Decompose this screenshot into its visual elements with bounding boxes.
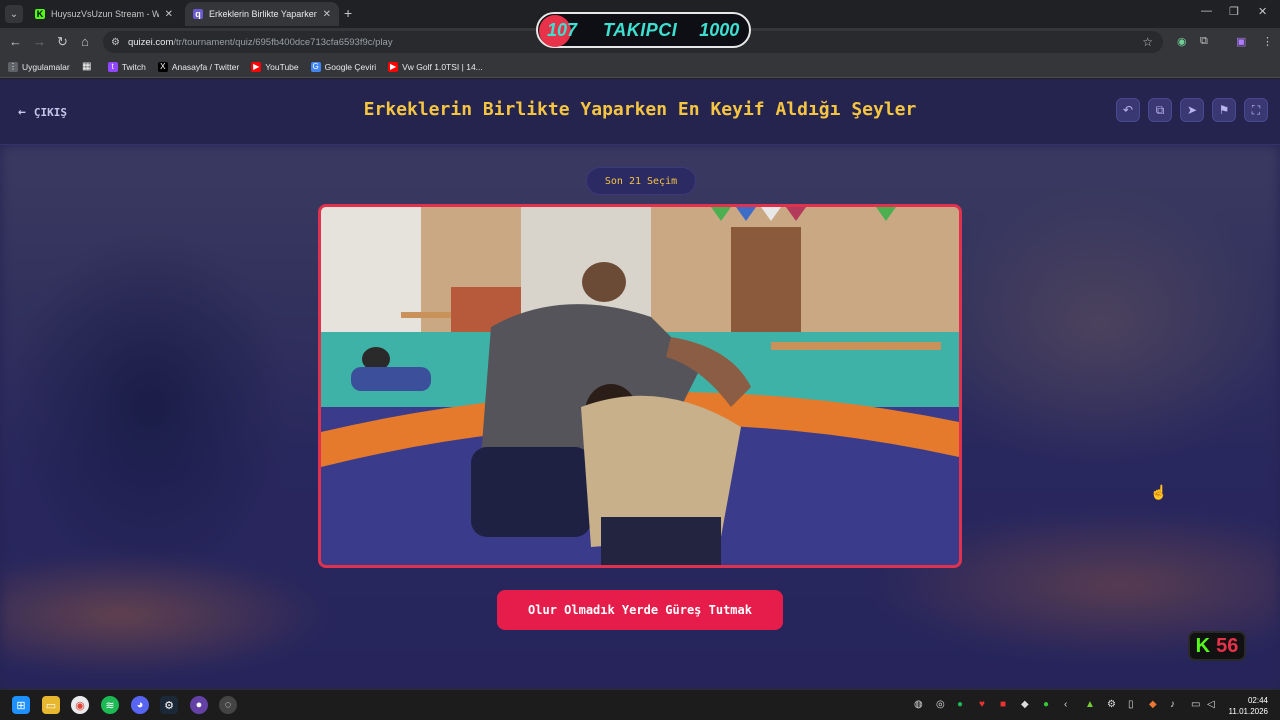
file-explorer-icon[interactable]: ▭ (42, 696, 60, 714)
flag-icon[interactable]: ⚑ (1212, 98, 1236, 122)
bookmark-twitter[interactable]: X Anasayfa / Twitter (157, 61, 240, 72)
taskbar: ⊞ ▭ ◉ ≋ ◕ ⚙ ● ◌ ◍ ◎ ● ♥ ■ ◆ ● ‹ ▲ ⚙ ▯ ◆ … (0, 689, 1280, 720)
bookmark-apps[interactable]: ⋮ Uygulamalar (8, 61, 70, 72)
app-icon[interactable]: ◌ (219, 696, 237, 714)
chrome-icon[interactable]: ◉ (71, 696, 89, 714)
tab-title: Erkeklerin Birlikte Yaparken En (209, 9, 317, 19)
tray-app-icon[interactable]: ◎ (936, 699, 945, 710)
grid-icon: ▦ (81, 61, 92, 72)
bookmark-grid[interactable]: ▦ (81, 61, 96, 72)
follower-label: TAKIPCI (603, 19, 678, 40)
tab-close-icon[interactable]: ✕ (165, 9, 173, 20)
minimize-icon[interactable]: — (1201, 5, 1212, 17)
tray-display-icon[interactable]: ▭ (1191, 699, 1200, 710)
url-path: /tr/tournament/quiz/695fb400dce713cfa659… (173, 36, 393, 48)
copy-icon[interactable]: ⧉ (1148, 98, 1172, 122)
tray-battery-icon[interactable]: ▯ (1128, 699, 1134, 710)
tab-quiz[interactable]: q Erkeklerin Birlikte Yaparken En ✕ (185, 2, 339, 26)
tray-mic-icon[interactable]: ♪ (1170, 699, 1175, 710)
bookmark-label: Google Çeviri (324, 61, 377, 72)
tray-volume-icon[interactable]: ◁ (1207, 699, 1215, 710)
tray-app-icon[interactable]: ♥ (979, 699, 985, 710)
discord-icon[interactable]: ◕ (131, 696, 149, 714)
tray-app-icon[interactable]: ● (1043, 699, 1049, 710)
tab-title: HuysuzVsUzun Stream - Watch (51, 9, 159, 19)
site-info-icon[interactable]: ⚙ (111, 37, 120, 48)
tray-spotify-icon[interactable]: ● (957, 699, 963, 710)
share-icon[interactable]: ➤ (1180, 98, 1204, 122)
wrestling-photo (321, 207, 959, 565)
spotify-icon[interactable]: ≋ (101, 696, 119, 714)
url-domain: quizei.com (127, 36, 174, 48)
twitch-extension-icon[interactable]: ▣ (1236, 35, 1246, 48)
choice-button[interactable]: Olur Olmadık Yerde Güreş Tutmak (497, 590, 783, 630)
bookmark-label: Twitch (121, 61, 146, 72)
clock-time: 02:44 (1247, 696, 1268, 705)
obs-like-app-icon[interactable]: ● (190, 696, 208, 714)
bookmark-label: Anasayfa / Twitter (171, 61, 240, 72)
bookmark-twitch[interactable]: t Twitch (107, 61, 146, 72)
tray-app-icon[interactable]: ‹ (1064, 699, 1067, 710)
tab-close-icon[interactable]: ✕ (323, 9, 331, 20)
steam-icon[interactable]: ⚙ (160, 696, 178, 714)
bookmark-vw-golf[interactable]: ▶ Vw Golf 1.0TSI | 14... (388, 61, 483, 72)
home-icon[interactable]: ⌂ (81, 34, 89, 49)
round-badge: Son 21 Seçim (586, 167, 696, 195)
choice-image[interactable] (318, 204, 962, 568)
apps-icon: ⋮ (8, 61, 18, 72)
tab-huysuz-stream[interactable]: K HuysuzVsUzun Stream - Watch ✕ (27, 2, 181, 26)
tray-app-icon[interactable]: ◆ (1021, 699, 1029, 710)
fullscreen-icon[interactable]: ⛶ (1244, 98, 1268, 122)
twitch-icon: t (107, 61, 118, 72)
quiz-page: ← ÇIKIŞ Erkeklerin Birlikte Yaparken En … (0, 79, 1280, 689)
taskbar-clock[interactable]: 02:44 11.01.2026 (1229, 695, 1268, 717)
kick-logo-icon: K (1195, 634, 1211, 657)
windows-start-icon[interactable]: ⊞ (12, 696, 30, 714)
hand-cursor-icon: ☝ (1150, 484, 1168, 500)
extensions-puzzle-icon[interactable]: ⧉ (1200, 35, 1208, 48)
follower-current: 107 (547, 19, 578, 40)
tray-app-icon[interactable]: ◆ (1149, 699, 1157, 710)
tab-search-icon[interactable]: ⌄ (5, 5, 23, 23)
kick-favicon-icon: K (35, 9, 45, 19)
forward-icon[interactable]: → (33, 34, 46, 49)
close-window-icon[interactable]: ✕ (1258, 5, 1267, 18)
extension-icon[interactable]: ◉ (1177, 35, 1187, 48)
undo-icon[interactable]: ↶ (1116, 98, 1140, 122)
menu-dots-icon[interactable]: ⋮ (1262, 35, 1273, 48)
bookmark-label: Uygulamalar (22, 61, 70, 72)
page-title: Erkeklerin Birlikte Yaparken En Keyif Al… (363, 99, 917, 120)
tray-twitch-icon[interactable]: ◍ (914, 699, 923, 710)
back-icon[interactable]: ← (9, 34, 22, 49)
follower-goal: 1000 (699, 19, 740, 40)
tray-steam-icon[interactable]: ⚙ (1107, 699, 1116, 710)
tray-nvidia-icon[interactable]: ▲ (1085, 699, 1095, 710)
bookmark-label: Vw Golf 1.0TSI | 14... (402, 61, 483, 72)
tray-record-icon[interactable]: ■ (1000, 699, 1006, 710)
page-header: ← ÇIKIŞ Erkeklerin Birlikte Yaparken En … (0, 79, 1280, 145)
bookmark-label: YouTube (265, 61, 299, 72)
bookmark-youtube[interactable]: ▶ YouTube (251, 61, 299, 72)
kick-viewer-badge: K 56 (1188, 631, 1246, 661)
reload-icon[interactable]: ↻ (57, 34, 68, 50)
quizei-favicon-icon: q (193, 9, 203, 19)
bookmark-star-icon[interactable]: ☆ (1142, 35, 1153, 49)
follower-goal-overlay: 107 TAKIPCI 1000 (536, 12, 751, 48)
restore-icon[interactable]: ❐ (1229, 5, 1239, 18)
bookmark-google-translate[interactable]: G Google Çeviri (310, 61, 377, 72)
youtube-icon: ▶ (388, 61, 399, 72)
youtube-icon: ▶ (251, 61, 262, 72)
bookmarks-bar: ⋮ Uygulamalar ▦ t Twitch X Anasayfa / Tw… (0, 56, 1280, 78)
translate-icon: G (310, 61, 321, 72)
new-tab-icon[interactable]: + (344, 5, 352, 21)
x-icon: X (157, 61, 168, 72)
clock-date: 11.01.2026 (1228, 707, 1268, 716)
kick-viewer-count: 56 (1216, 634, 1239, 657)
